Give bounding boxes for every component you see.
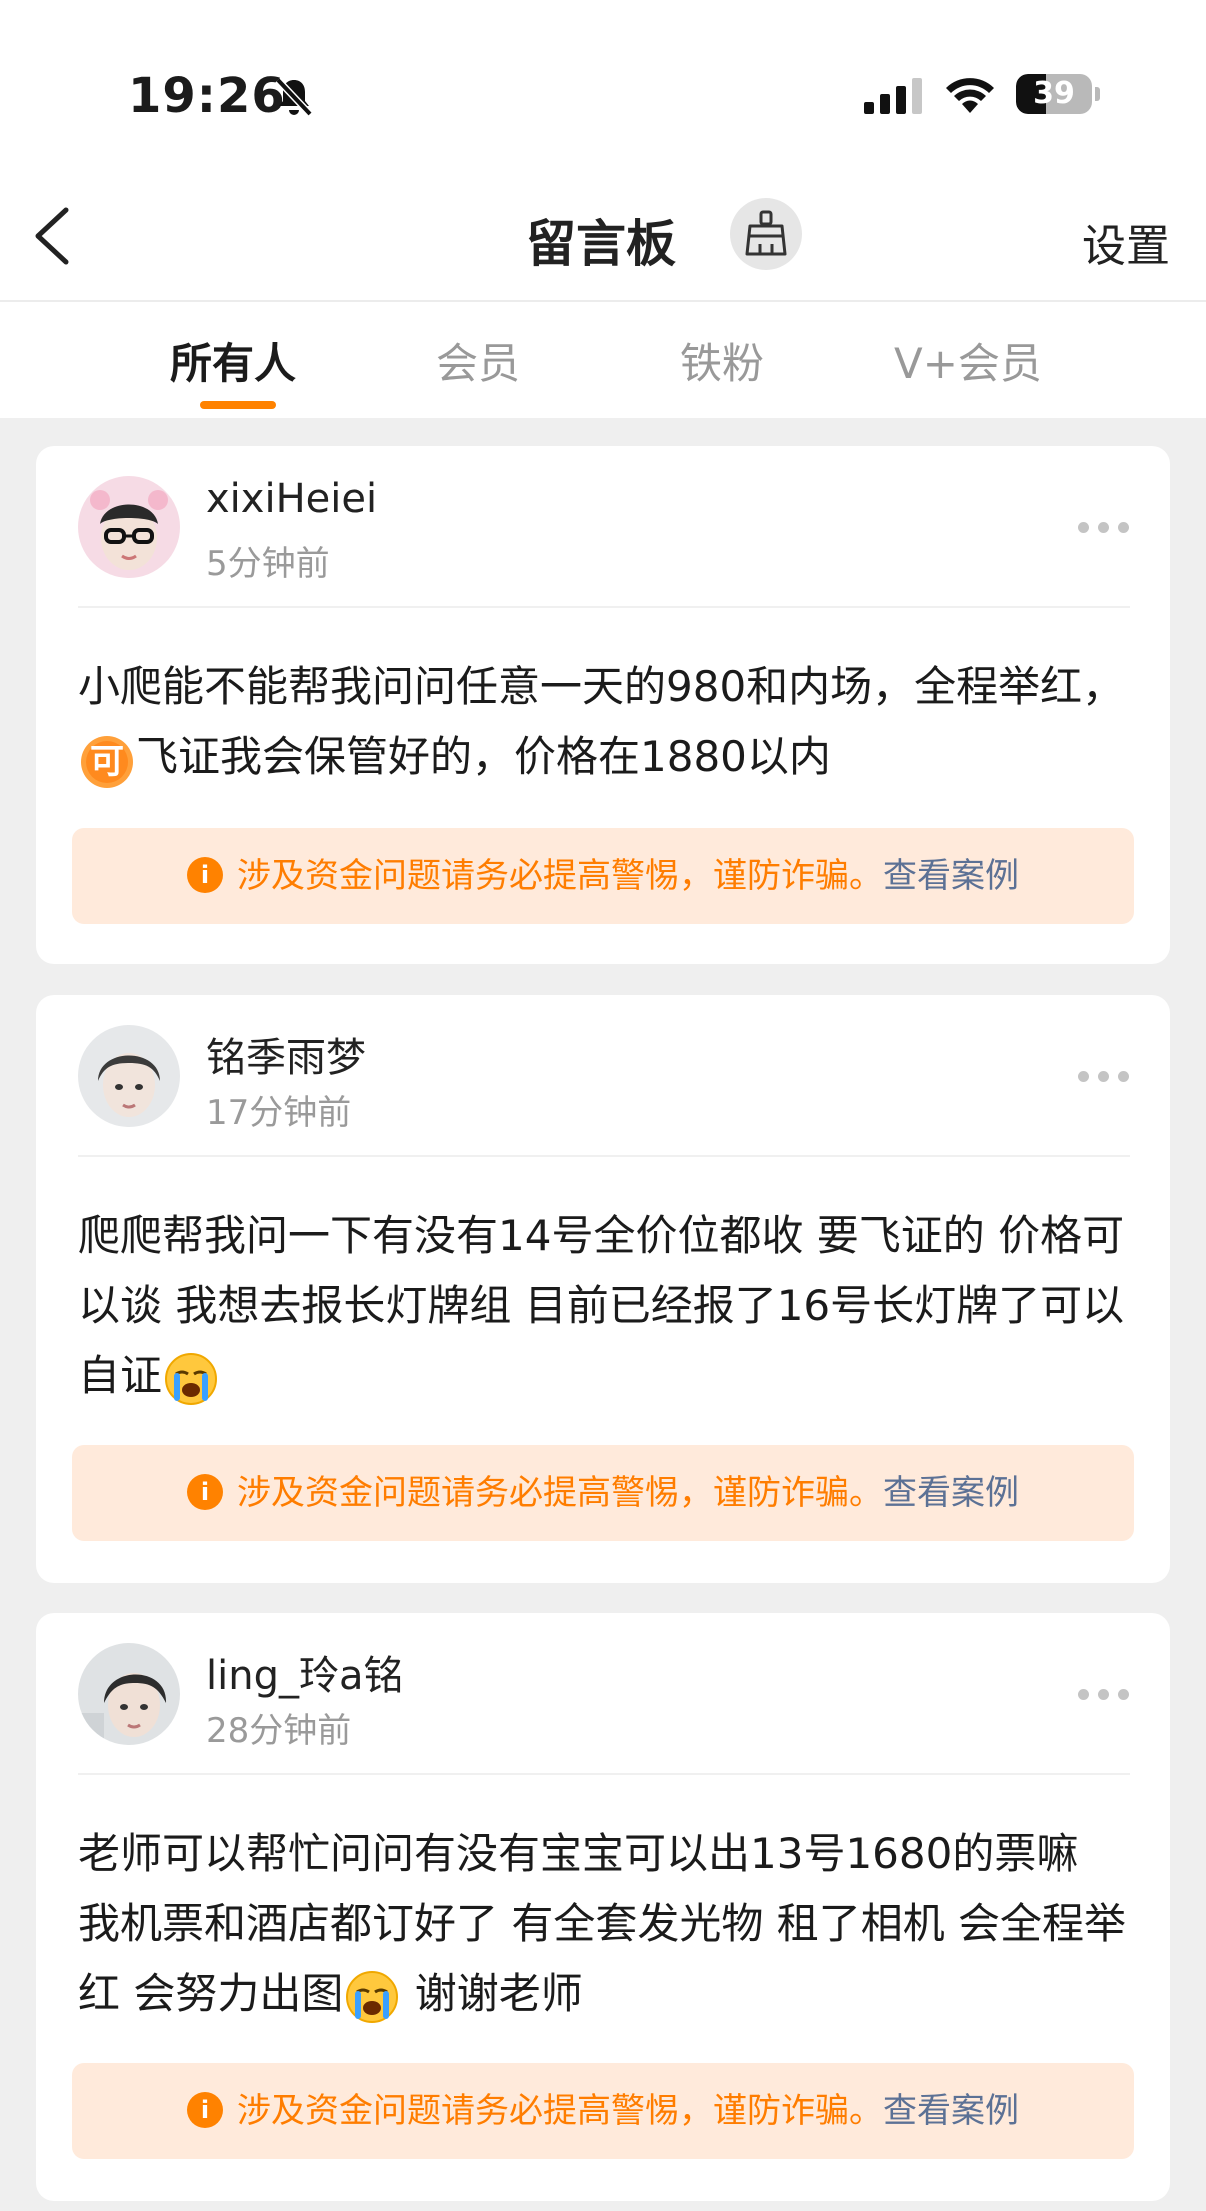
card-divider	[78, 606, 1130, 608]
message-text-part: 小爬能不能帮我问问任意一天的980和内场，全程举红，	[78, 662, 1125, 711]
tab-active-indicator	[200, 401, 276, 409]
warning-text: 涉及资金问题请务必提高警惕，谨防诈骗。	[237, 1473, 883, 1513]
post-time: 28分钟前	[206, 1711, 352, 1751]
view-cases-link[interactable]: 查看案例	[883, 856, 1019, 896]
post-time: 5分钟前	[206, 544, 330, 584]
more-options-icon[interactable]	[1078, 1689, 1130, 1701]
nav-divider	[0, 300, 1206, 302]
fraud-warning-banner: i 涉及资金问题请务必提高警惕，谨防诈骗。查看案例	[72, 2063, 1134, 2159]
post-time: 17分钟前	[206, 1093, 352, 1133]
message-text: 爬爬帮我问一下有没有14号全价位都收 要飞证的 价格可以谈 我想去报长灯牌组 目…	[78, 1201, 1130, 1411]
fraud-warning-banner: i 涉及资金问题请务必提高警惕，谨防诈骗。查看案例	[72, 1445, 1134, 1541]
crying-face-icon	[164, 1352, 218, 1406]
info-icon: i	[187, 856, 223, 893]
message-text-part: 谢谢老师	[401, 1969, 583, 2018]
clean-button[interactable]	[730, 198, 802, 270]
badge-text: 可	[90, 741, 124, 782]
username[interactable]: 铭季雨梦	[206, 1025, 366, 1083]
wifi-icon	[946, 78, 994, 113]
back-chevron-icon[interactable]	[28, 200, 78, 272]
battery-level: 39	[1033, 76, 1075, 111]
message-text-part: 爬爬帮我问一下有没有14号全价位都收 要飞证的 价格可以谈 我想去报长灯牌组 目…	[78, 1211, 1125, 1400]
page-title: 留言板	[526, 215, 676, 273]
settings-button[interactable]: 设置	[1082, 210, 1170, 274]
username[interactable]: ling_玲a铭	[206, 1643, 403, 1701]
message-card: 铭季雨梦 17分钟前 爬爬帮我问一下有没有14号全价位都收 要飞证的 价格可以谈…	[36, 995, 1170, 1583]
avatar[interactable]	[78, 476, 180, 578]
warning-text: 涉及资金问题请务必提高警惕，谨防诈骗。	[237, 856, 883, 896]
tab-vplus-members[interactable]: V+会员	[894, 330, 1042, 391]
avatar[interactable]	[78, 1025, 180, 1127]
card-divider	[78, 1773, 1130, 1775]
tab-members[interactable]: 会员	[436, 330, 520, 391]
view-cases-link[interactable]: 查看案例	[883, 2091, 1019, 2131]
broom-icon	[745, 210, 787, 256]
warning-text: 涉及资金问题请务必提高警惕，谨防诈骗。	[237, 2091, 883, 2131]
message-text: 老师可以帮忙问问有没有宝宝可以出13号1680的票嘛 我机票和酒店都订好了 有全…	[78, 1819, 1130, 2029]
avatar[interactable]	[78, 1643, 180, 1745]
message-card: xixiHeiei 5分钟前 小爬能不能帮我问问任意一天的980和内场，全程举红…	[36, 446, 1170, 964]
message-text-part: 老师可以帮忙问问有没有宝宝可以出13号1680的票嘛 我机票和酒店都订好了 有全…	[78, 1829, 1127, 2018]
tab-all[interactable]: 所有人	[170, 330, 296, 391]
fraud-warning-banner: i 涉及资金问题请务必提高警惕，谨防诈骗。查看案例	[72, 828, 1134, 924]
tab-fans[interactable]: 铁粉	[680, 330, 764, 391]
bell-mute-icon	[275, 77, 313, 117]
crying-face-icon	[345, 1970, 399, 2024]
view-cases-link[interactable]: 查看案例	[883, 1473, 1019, 1513]
cellular-signal-icon	[864, 78, 922, 114]
info-icon: i	[187, 2091, 223, 2128]
info-icon: i	[187, 1473, 223, 1510]
status-time: 19:26	[128, 68, 286, 124]
ke-badge-icon: 可	[80, 733, 134, 788]
battery-indicator: 39	[1016, 74, 1100, 116]
message-text: 小爬能不能帮我问问任意一天的980和内场，全程举红， 可飞证我会保管好的，价格在1…	[78, 652, 1130, 792]
more-options-icon[interactable]	[1078, 1071, 1130, 1083]
message-text-part: 飞证我会保管好的，价格在1880以内	[136, 732, 831, 781]
more-options-icon[interactable]	[1078, 522, 1130, 534]
card-divider	[78, 1155, 1130, 1157]
username[interactable]: xixiHeiei	[206, 476, 377, 522]
message-card: ling_玲a铭 28分钟前 老师可以帮忙问问有没有宝宝可以出13号1680的票…	[36, 1613, 1170, 2201]
